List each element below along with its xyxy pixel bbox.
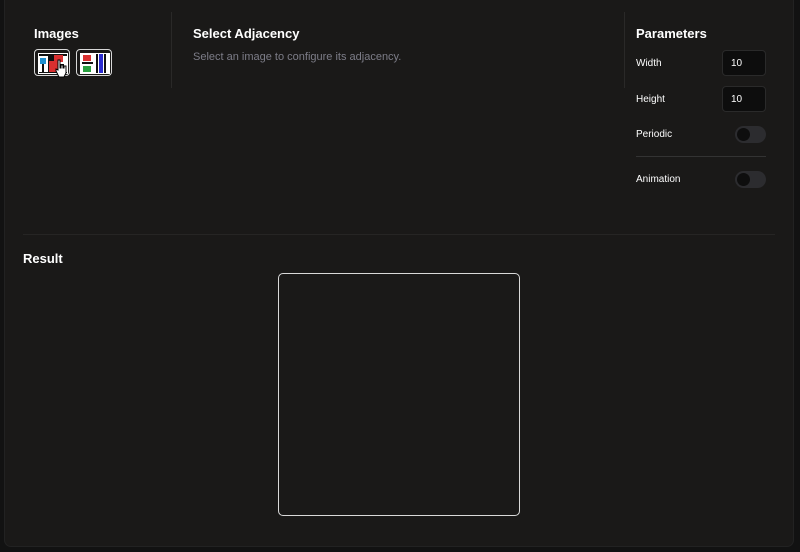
animation-row: Animation [636,166,766,192]
result-canvas [278,273,520,516]
tile-image-1[interactable] [34,49,70,76]
images-title: Images [34,26,79,41]
height-row: Height [636,86,766,112]
width-label: Width [636,57,662,69]
image-list [34,49,112,76]
animation-toggle-knob [737,172,750,186]
tile-image-2-preview [80,53,110,74]
animation-toggle[interactable] [735,170,766,188]
periodic-toggle[interactable] [735,125,766,143]
tile-image-1-preview [38,53,68,74]
section-divider [23,234,775,235]
configuration-area: Images Select Adjacency Select an image … [5,0,793,233]
height-label: Height [636,93,665,105]
periodic-label: Periodic [636,128,673,140]
panel-divider-right [624,12,625,88]
app-window: Images Select Adjacency Select an image … [5,0,793,546]
parameters-panel: Parameters Width Height Periodic Animati… [636,26,766,188]
width-row: Width [636,50,766,76]
result-title: Result [23,251,63,266]
tile-image-2[interactable] [76,49,112,76]
width-input[interactable] [722,50,766,76]
adjacency-hint: Select an image to configure its adjacen… [193,51,402,63]
animation-label: Animation [636,173,681,185]
parameters-separator [636,156,766,157]
height-input[interactable] [722,86,766,112]
periodic-row: Periodic [636,121,766,147]
images-panel: Images [34,26,112,78]
periodic-toggle-knob [737,127,750,141]
adjacency-title: Select Adjacency [193,26,300,41]
parameters-title: Parameters [636,26,707,41]
panel-divider-left [171,12,172,88]
adjacency-panel: Select Adjacency Select an image to conf… [193,26,401,63]
